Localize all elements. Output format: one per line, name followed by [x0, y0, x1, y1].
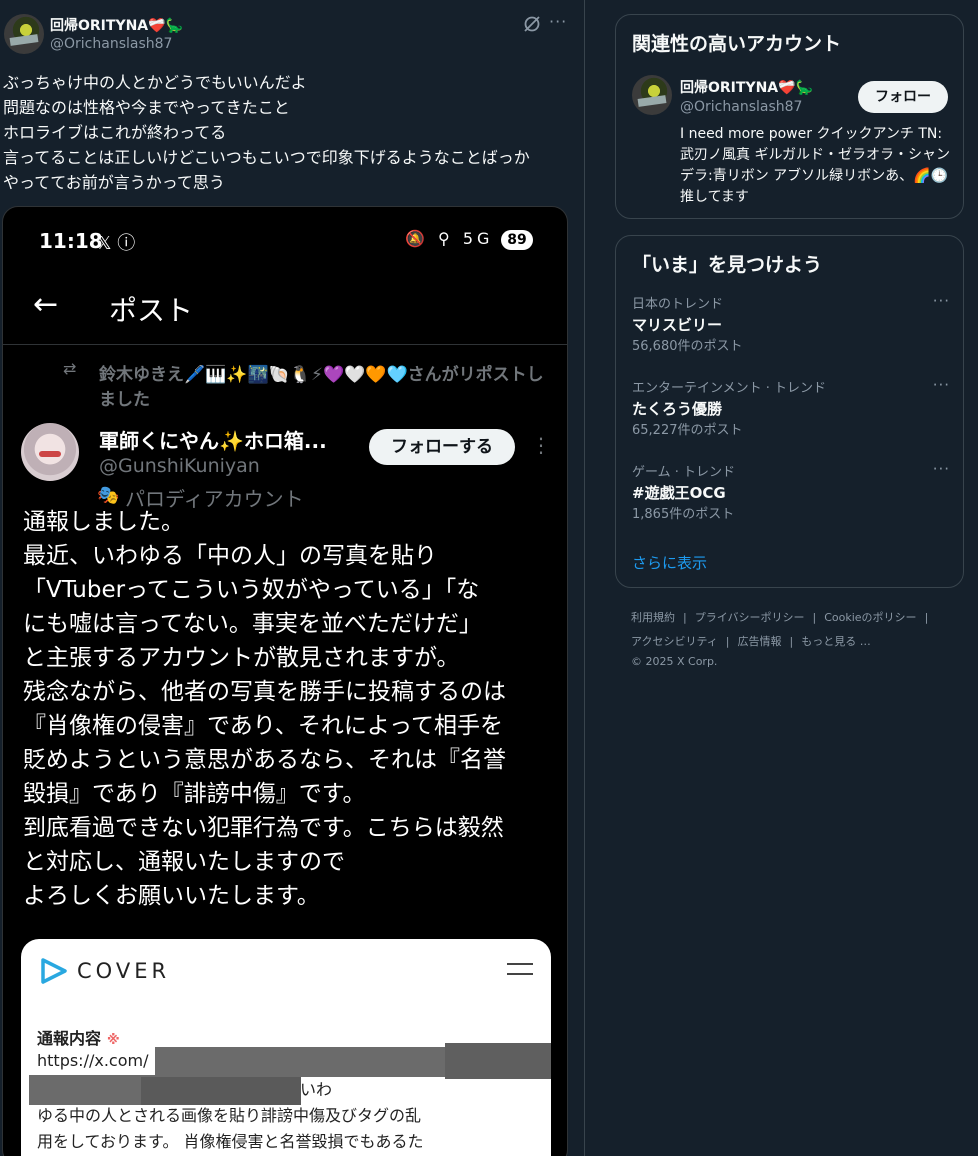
footer-link-cookie[interactable]: Cookieのポリシー [824, 611, 916, 624]
trend-category: ゲーム · トレンド [632, 465, 736, 480]
footer-link-accessibility[interactable]: アクセシビリティ [631, 635, 718, 648]
footer-copyright: © 2025 X Corp. [631, 655, 718, 668]
show-more-link[interactable]: さらに表示 [632, 552, 707, 573]
inner-avatar [21, 423, 79, 481]
more-icon[interactable]: ··· [933, 376, 950, 394]
divider [3, 344, 567, 345]
required-mark: ※ [107, 1033, 120, 1048]
main-column: 回帰ORITYNA❤️‍🩹🦕 @Orichanslash87 ··· ぶっちゃけ… [0, 0, 585, 1156]
separator: | [789, 635, 794, 648]
avatar[interactable] [632, 75, 672, 115]
author-handle[interactable]: @Orichanslash87 [50, 36, 172, 52]
inner-more-icon: ⋮ [531, 433, 551, 457]
related-account-handle[interactable]: @Orichanslash87 [680, 99, 802, 115]
more-icon[interactable]: ··· [933, 460, 950, 478]
trends-box: 「いま」を見つけよう 日本のトレンド マリスビリー 56,680件のポスト ··… [615, 235, 964, 588]
battery-indicator: 89 [501, 230, 533, 250]
redaction-block [445, 1043, 551, 1079]
related-accounts-box: 関連性の高いアカウント 回帰ORITYNA❤️‍🩹🦕 @Orichanslash… [615, 14, 964, 219]
post-image[interactable]: 11:18 𝕏 ⓘ 🔕 ⚲ 5G .ıl 89 ← ポスト ⇄ 鈴木ゆきえ🖊️🎹… [2, 206, 568, 1156]
separator: | [683, 611, 687, 624]
footer-link-terms[interactable]: 利用規約 [631, 611, 675, 624]
trend-count: 65,227件のポスト [632, 423, 743, 438]
right-sidebar: 関連性の高いアカウント 回帰ORITYNA❤️‍🩹🦕 @Orichanslash… [586, 0, 978, 1156]
trends-title: 「いま」を見つけよう [632, 254, 823, 276]
related-accounts-title: 関連性の高いアカウント [632, 33, 842, 55]
report-url: https://x.com/ [37, 1051, 149, 1070]
post-text: ぶっちゃけ中の人とかどうでもいいんだよ 問題なのは性格や今までやってきたこと ホ… [3, 73, 530, 192]
hamburger-menu-icon [507, 963, 533, 975]
inner-author-handle: @GunshiKuniyan [99, 455, 260, 477]
screen-title: ポスト [109, 294, 194, 327]
grok-icon[interactable] [522, 14, 542, 34]
separator: | [812, 611, 817, 624]
footer-row-1: 利用規約 | プライバシーポリシー | Cookieのポリシー | [631, 606, 961, 630]
separator: | [924, 611, 929, 624]
trend-name[interactable]: #遊戯王OCG [632, 482, 950, 504]
avatar[interactable] [4, 14, 44, 54]
inner-author-name: 軍師くにやん✨ホロ箱... [99, 429, 327, 453]
related-account-bio: I need more power クイックアンチ TN: 武刃ノ風真 ギルガル… [680, 126, 951, 205]
parody-mask-icon: 🎭 [97, 485, 120, 506]
footer-row-2: アクセシビリティ | 広告情報 | もっと見る … [631, 630, 961, 654]
post-header: 回帰ORITYNA❤️‍🩹🦕 @Orichanslash87 ··· [0, 8, 584, 58]
trend-item[interactable]: 日本のトレンド マリスビリー 56,680件のポスト ··· [632, 292, 950, 358]
footer-link-ads[interactable]: 広告情報 [738, 635, 782, 648]
report-label-text: 通報内容 [37, 1029, 102, 1048]
cover-report-card: COVER 通報内容※ https://x.com/ 9 こちらにて、いわ ゆる… [21, 939, 551, 1156]
status-time: 11:18 [39, 229, 103, 253]
trend-item[interactable]: エンターテインメント · トレンド たくろう優勝 65,227件のポスト ··· [632, 376, 950, 442]
cover-brand: COVER [77, 959, 171, 983]
trend-count: 1,865件のポスト [632, 507, 735, 522]
back-arrow-icon: ← [33, 287, 59, 322]
follow-button[interactable]: フォロー [858, 81, 948, 113]
author-display-name[interactable]: 回帰ORITYNA❤️‍🩹🦕 [50, 15, 183, 35]
trend-count: 56,680件のポスト [632, 339, 743, 354]
trend-name[interactable]: たくろう優勝 [632, 398, 950, 420]
inner-follow-button: フォローする [369, 429, 515, 465]
cover-logo-icon [41, 958, 67, 984]
redaction-block [141, 1077, 301, 1105]
repost-text: 鈴木ゆきえ🖊️🎹✨🌃🐚🐧⚡💜🤍🧡🩵さんがリポストしました [99, 365, 544, 410]
more-icon[interactable]: ··· [933, 292, 950, 310]
footer-link-more[interactable]: もっと見る … [801, 635, 871, 648]
footer-link-privacy[interactable]: プライバシーポリシー [695, 611, 805, 624]
status-left-icons: 𝕏 ⓘ [97, 233, 136, 254]
trend-category: エンターテインメント · トレンド [632, 381, 827, 396]
related-account-name[interactable]: 回帰ORITYNA❤️‍🩹🦕 [680, 77, 813, 97]
more-icon[interactable]: ··· [549, 12, 567, 31]
trend-category: 日本のトレンド [632, 297, 724, 312]
trend-item[interactable]: ゲーム · トレンド #遊戯王OCG 1,865件のポスト ··· [632, 460, 950, 526]
footer-links: 利用規約 | プライバシーポリシー | Cookieのポリシー | アクセシビリティ | 広告… [631, 606, 961, 670]
inner-post-body: 通報しました。 最近、いわゆる「中の人」の写真を貼り 「VTuberってこういう… [23, 509, 506, 909]
report-label: 通報内容 ※ [37, 1025, 120, 1049]
separator: | [725, 635, 730, 648]
trend-name[interactable]: マリスビリー [632, 314, 950, 336]
repost-icon: ⇄ [63, 359, 77, 378]
